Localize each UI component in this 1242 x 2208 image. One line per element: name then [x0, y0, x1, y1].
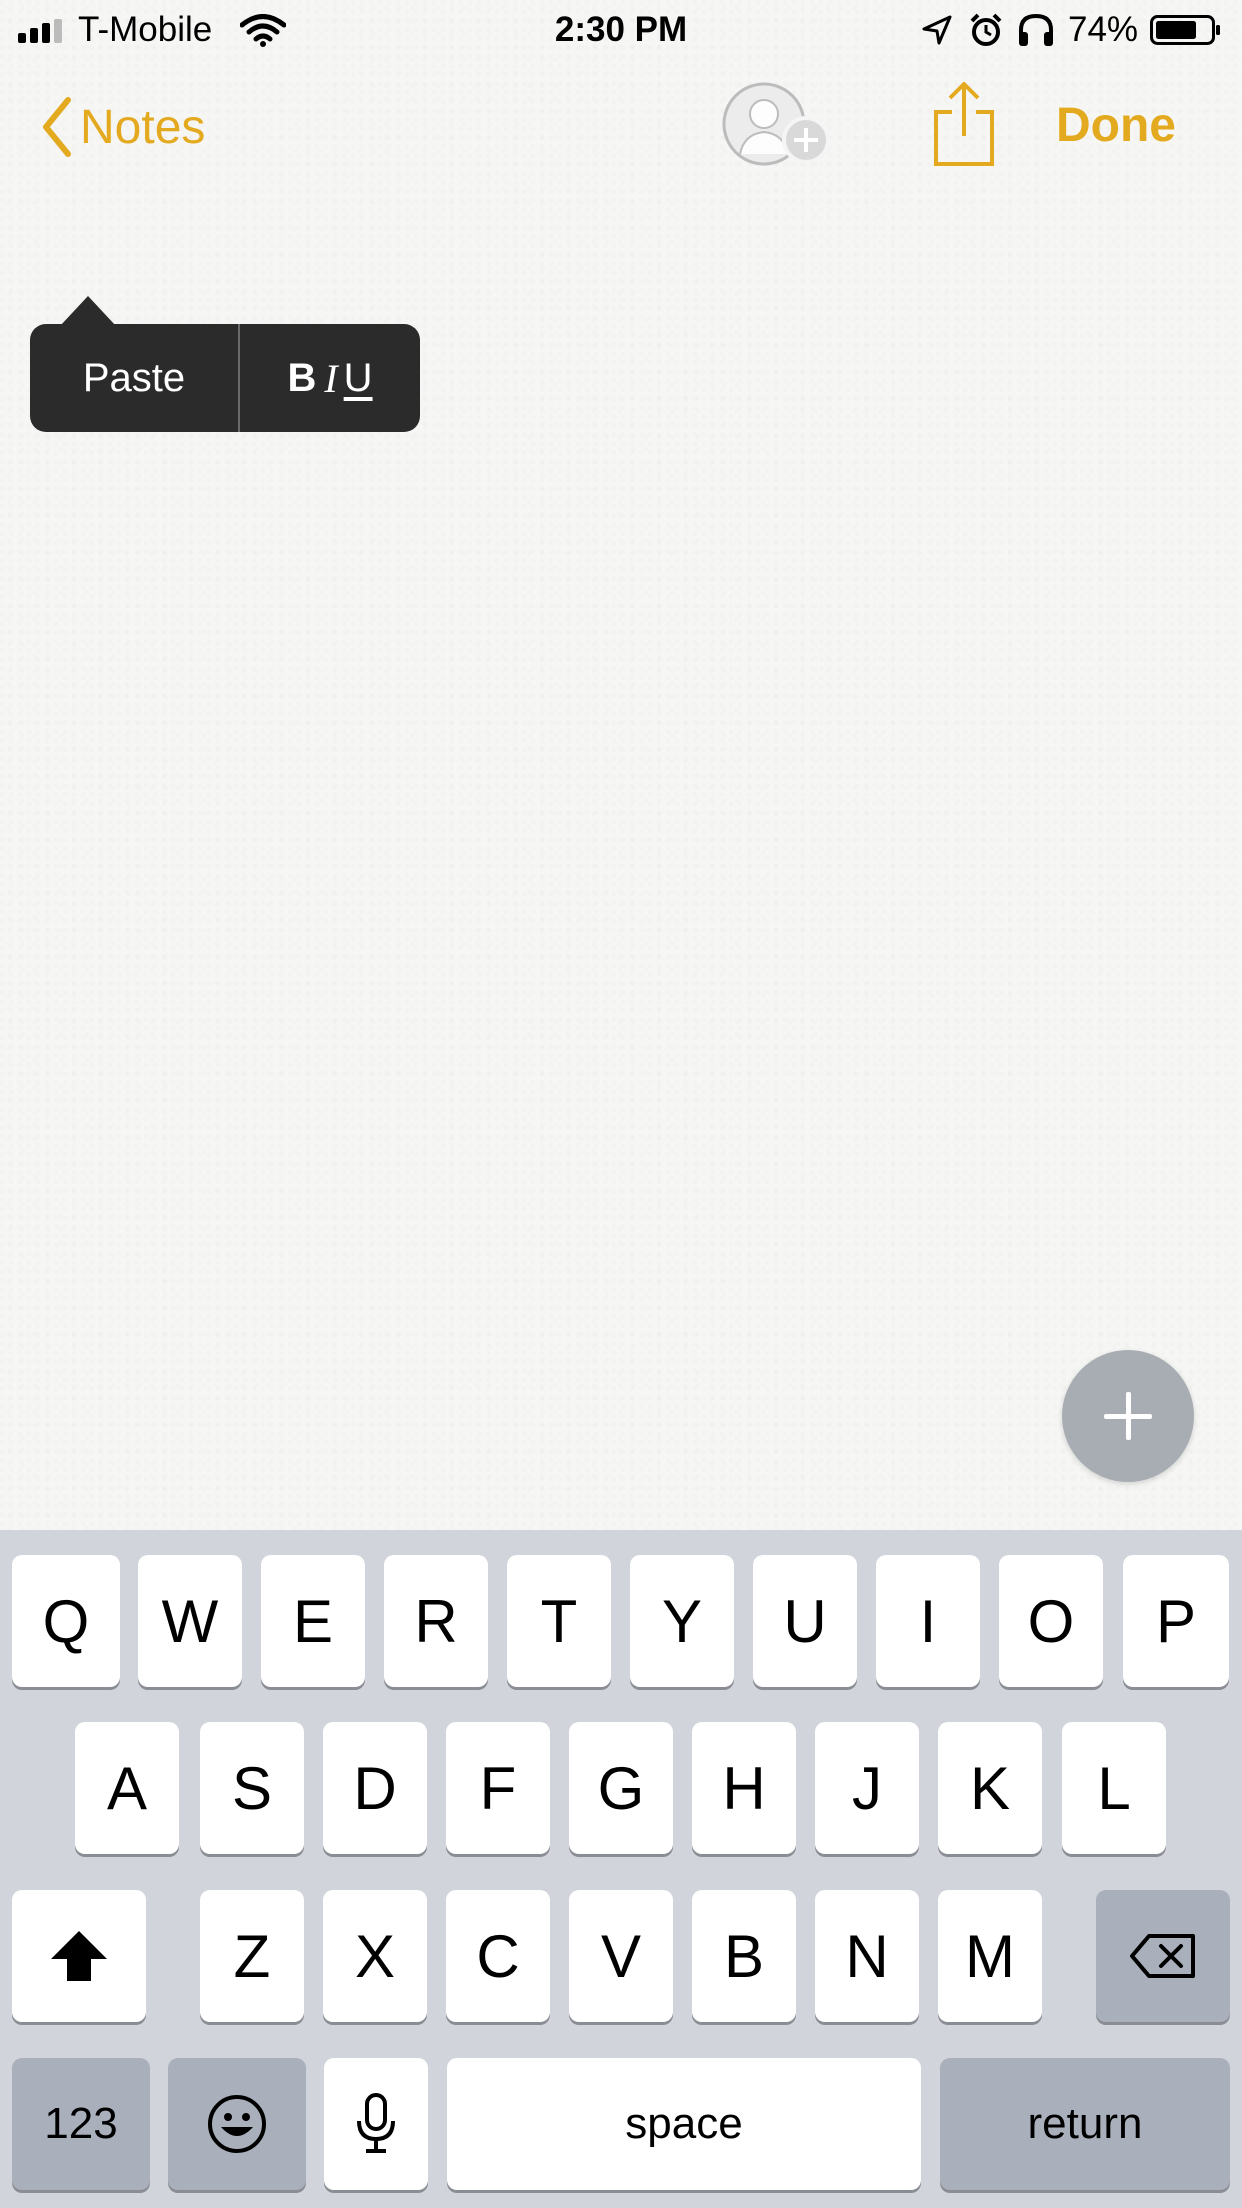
- return-key[interactable]: return: [940, 2058, 1230, 2190]
- key-b[interactable]: B: [692, 1890, 796, 2022]
- key-s[interactable]: S: [200, 1722, 304, 1854]
- back-label: Notes: [80, 100, 206, 154]
- microphone-key[interactable]: [324, 2058, 428, 2190]
- key-r[interactable]: R: [384, 1555, 488, 1687]
- key-e[interactable]: E: [261, 1555, 365, 1687]
- format-button[interactable]: B I U: [240, 324, 420, 432]
- emoji-icon: [208, 2095, 266, 2153]
- key-t[interactable]: T: [507, 1555, 611, 1687]
- keyboard: Q W E R T Y U I O P A S D F G H J K L Z …: [0, 1530, 1242, 2208]
- key-i[interactable]: I: [876, 1555, 980, 1687]
- location-icon: [922, 15, 952, 45]
- chevron-left-icon: [43, 97, 71, 157]
- key-u[interactable]: U: [753, 1555, 857, 1687]
- share-icon[interactable]: [930, 80, 998, 170]
- emoji-key[interactable]: [168, 2058, 306, 2190]
- key-o[interactable]: O: [999, 1555, 1103, 1687]
- microphone-icon: [357, 2093, 395, 2153]
- add-plus-button[interactable]: [1062, 1350, 1194, 1482]
- key-z[interactable]: Z: [200, 1890, 304, 2022]
- bold-label: B: [287, 355, 317, 400]
- key-j[interactable]: J: [815, 1722, 919, 1854]
- edit-menu-arrow: [60, 296, 116, 326]
- key-a[interactable]: A: [75, 1722, 179, 1854]
- key-g[interactable]: G: [569, 1722, 673, 1854]
- headphones-icon: [1019, 13, 1053, 46]
- note-canvas[interactable]: [0, 0, 1242, 1530]
- shift-icon: [51, 1931, 107, 1981]
- key-l[interactable]: L: [1062, 1722, 1166, 1854]
- key-p[interactable]: P: [1123, 1555, 1229, 1687]
- add-person-icon[interactable]: [722, 82, 832, 168]
- key-n[interactable]: N: [815, 1890, 919, 2022]
- key-q[interactable]: Q: [12, 1555, 120, 1687]
- shift-key[interactable]: [12, 1890, 146, 2022]
- key-f[interactable]: F: [446, 1722, 550, 1854]
- delete-key[interactable]: [1096, 1890, 1230, 2022]
- key-x[interactable]: X: [323, 1890, 427, 2022]
- done-button[interactable]: Done: [1056, 98, 1176, 153]
- alarm-icon: [970, 13, 1002, 46]
- numbers-key[interactable]: 123: [12, 2058, 150, 2190]
- underline-label: U: [343, 355, 373, 400]
- key-h[interactable]: H: [692, 1722, 796, 1854]
- key-y[interactable]: Y: [630, 1555, 734, 1687]
- key-w[interactable]: W: [138, 1555, 242, 1687]
- key-m[interactable]: M: [938, 1890, 1042, 2022]
- key-c[interactable]: C: [446, 1890, 550, 2022]
- key-v[interactable]: V: [569, 1890, 673, 2022]
- paste-button[interactable]: Paste: [30, 324, 240, 432]
- battery-icon: [1150, 15, 1220, 45]
- battery-percent: 74%: [1068, 10, 1139, 49]
- italic-label: I: [324, 355, 338, 401]
- back-button[interactable]: Notes: [40, 92, 205, 162]
- status-bar: T-Mobile 2:30 PM 74%: [0, 0, 1242, 60]
- key-k[interactable]: K: [938, 1722, 1042, 1854]
- key-d[interactable]: D: [323, 1722, 427, 1854]
- edit-menu: Paste B I U: [30, 324, 420, 432]
- space-key[interactable]: space: [447, 2058, 921, 2190]
- delete-icon: [1130, 1934, 1195, 1978]
